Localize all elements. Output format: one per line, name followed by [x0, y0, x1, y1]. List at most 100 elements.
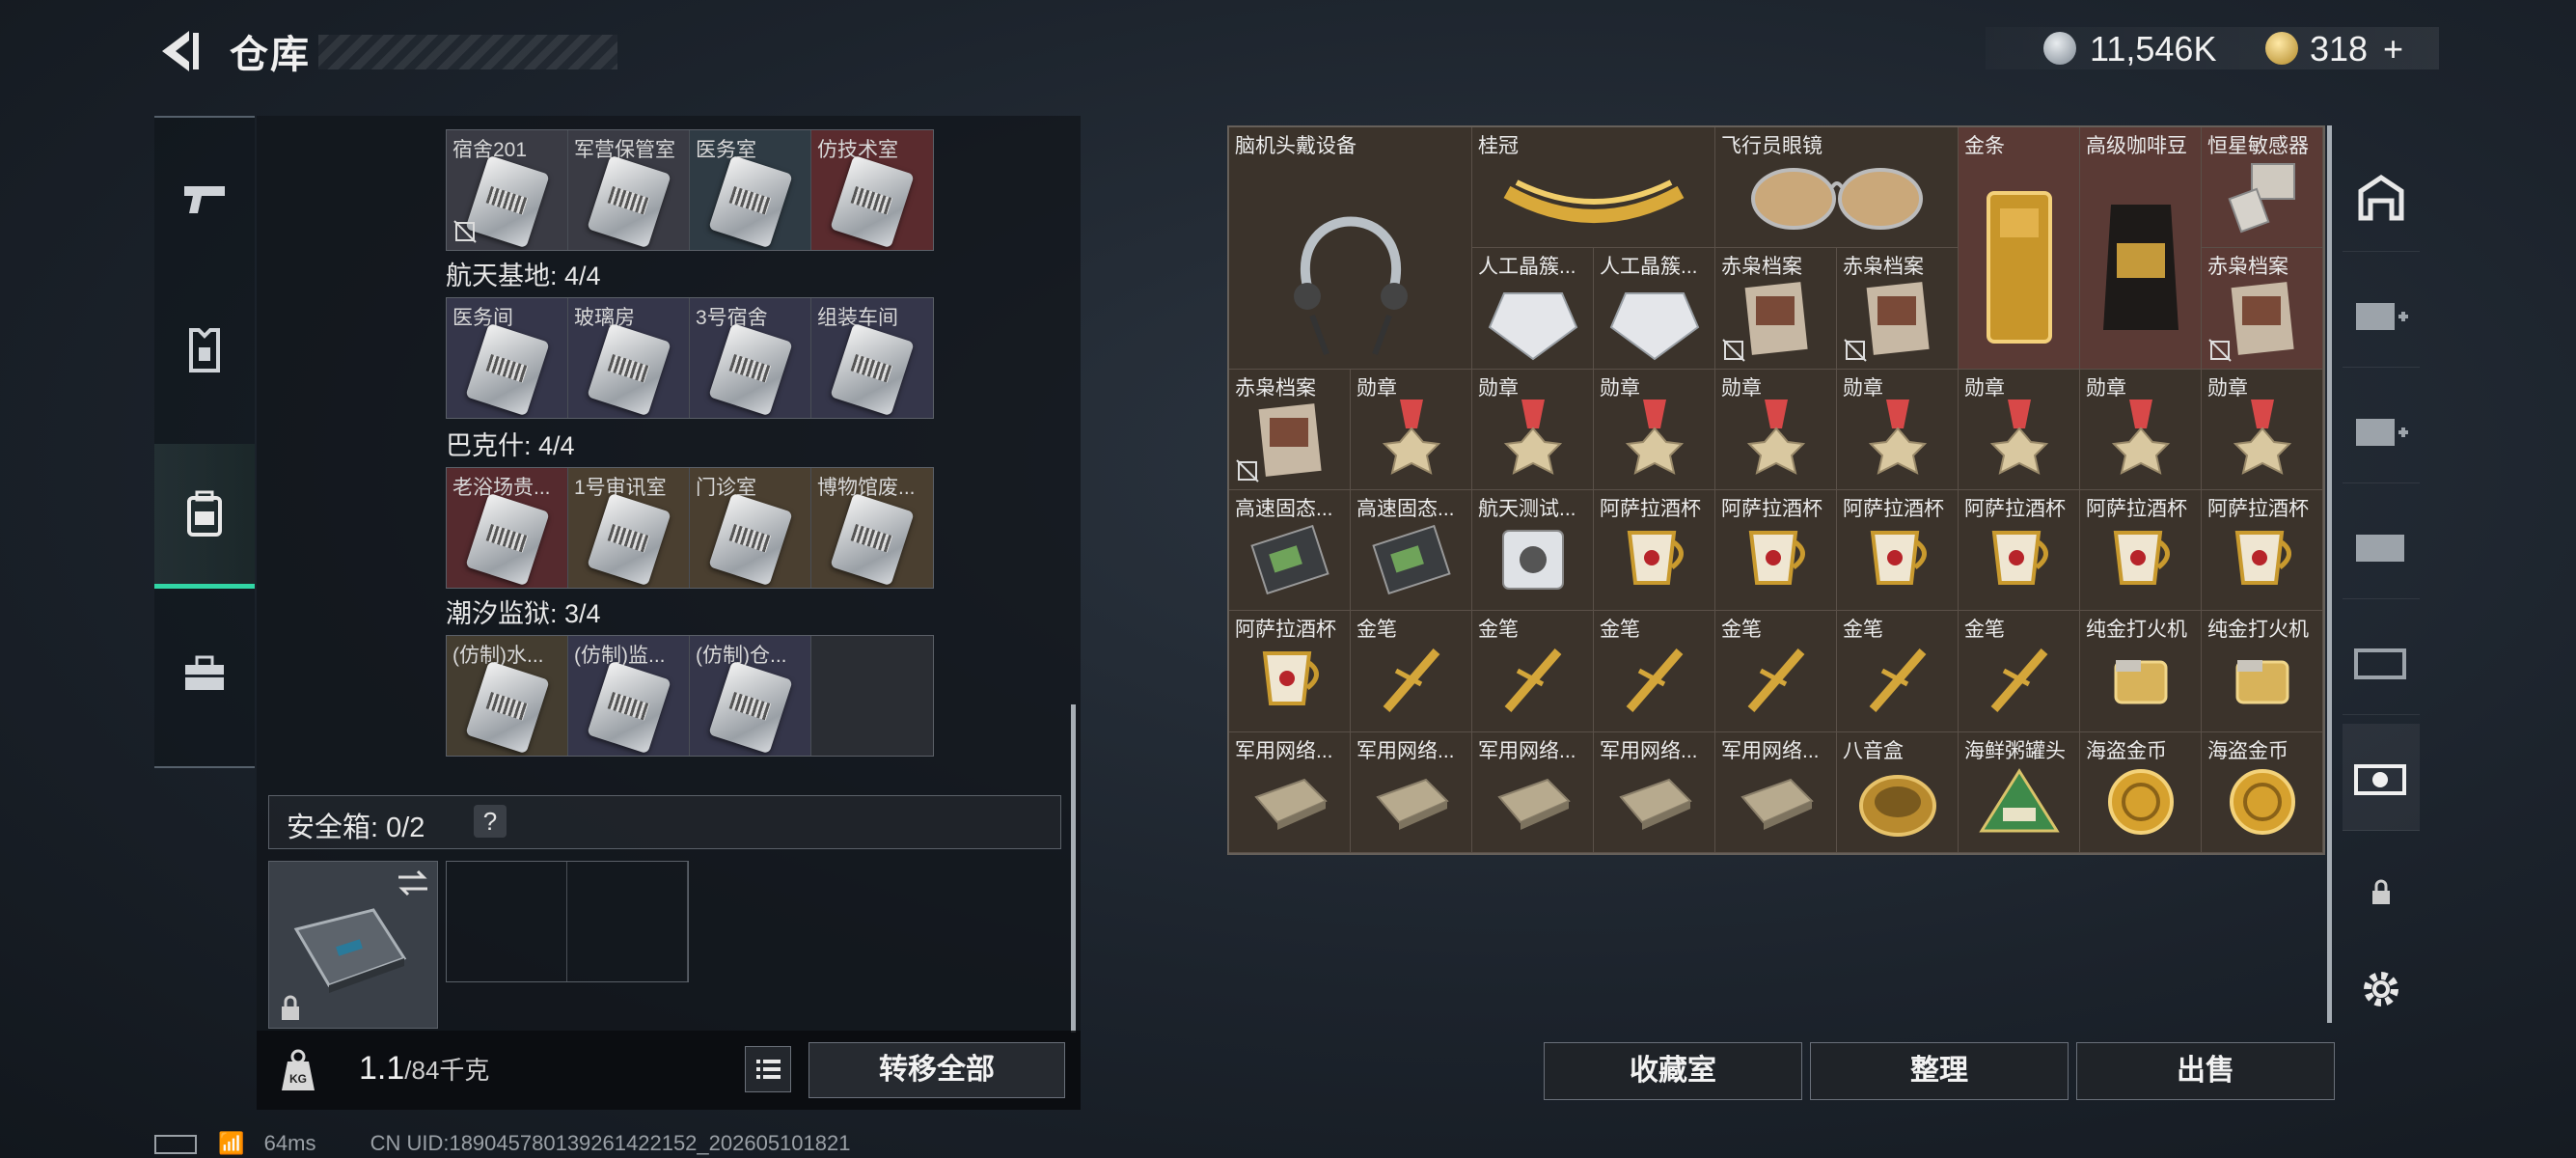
- item-owl-file[interactable]: 赤枭档案: [1229, 369, 1351, 490]
- storage-page-1[interactable]: [2343, 261, 2420, 368]
- item-coffee-beans[interactable]: 高级咖啡豆: [2080, 127, 2202, 370]
- item-label: 赤枭档案: [2207, 256, 2288, 279]
- empty-slot[interactable]: [447, 862, 567, 981]
- item-medal[interactable]: 勋章: [2202, 369, 2323, 490]
- item-asara-cup[interactable]: 阿萨拉酒杯: [1229, 611, 1351, 732]
- item-asara-cup[interactable]: 阿萨拉酒杯: [1715, 490, 1837, 612]
- item-gold-pen[interactable]: 金笔: [1959, 611, 2080, 732]
- right-scrollbar[interactable]: [2327, 125, 2332, 1023]
- item-music-box[interactable]: 八音盒: [1837, 731, 1959, 853]
- item-seafood-porridge[interactable]: 海鲜粥罐头: [1959, 731, 2080, 853]
- key-item[interactable]: 门诊室: [690, 468, 811, 588]
- item-medal[interactable]: 勋章: [1594, 369, 1715, 490]
- item-pirate-coin[interactable]: 海盗金币: [2202, 731, 2323, 853]
- item-star-sensor[interactable]: 恒星敏感器: [2202, 127, 2323, 249]
- item-asara-cup[interactable]: 阿萨拉酒杯: [1594, 490, 1715, 612]
- item-medal[interactable]: 勋章: [1351, 369, 1472, 490]
- item-gold-pen[interactable]: 金笔: [1837, 611, 1959, 732]
- collection-room-button[interactable]: 收藏室: [1544, 1042, 1802, 1100]
- gear-icon: [2364, 972, 2398, 1006]
- item-ssd[interactable]: 高速固态...: [1351, 490, 1472, 612]
- key-item[interactable]: 老浴场贵...: [447, 468, 568, 588]
- item-brain-headset[interactable]: 脑机头戴设备: [1229, 127, 1472, 370]
- item-gold-lighter[interactable]: 纯金打火机: [2080, 611, 2202, 732]
- key-item[interactable]: (仿制)水...: [447, 636, 568, 756]
- empty-slot[interactable]: [811, 636, 933, 756]
- storage-page-5[interactable]: [2343, 724, 2420, 831]
- item-medal[interactable]: 勋章: [1837, 369, 1959, 490]
- item-asara-cup[interactable]: 阿萨拉酒杯: [2202, 490, 2323, 612]
- settings-button[interactable]: [2343, 936, 2420, 1042]
- item-crystal[interactable]: 人工晶簇...: [1594, 248, 1715, 370]
- item-owl-file[interactable]: 赤枭档案: [1837, 248, 1959, 370]
- item-military-network[interactable]: 军用网络...: [1472, 731, 1594, 853]
- item-label: 勋章: [1964, 376, 2005, 400]
- storage-page-locked[interactable]: [2343, 840, 2420, 946]
- key-item[interactable]: 玻璃房: [568, 298, 690, 418]
- empty-slot[interactable]: [567, 862, 688, 981]
- item-military-network[interactable]: 军用网络...: [1594, 731, 1715, 853]
- nav-weapons[interactable]: [154, 127, 255, 272]
- item-label: 勋章: [2086, 376, 2126, 400]
- nav-backpack[interactable]: [154, 444, 255, 589]
- item-gold-lighter[interactable]: 纯金打火机: [2202, 611, 2323, 732]
- item-asara-cup[interactable]: 阿萨拉酒杯: [2080, 490, 2202, 612]
- storage-page-icon: [2354, 648, 2406, 679]
- item-gold-pen[interactable]: 金笔: [1715, 611, 1837, 732]
- item-crystal[interactable]: 人工晶簇...: [1472, 248, 1594, 370]
- item-owl-file[interactable]: 赤枭档案: [2202, 248, 2323, 370]
- storage-page-icon: [2354, 764, 2406, 795]
- item-medal[interactable]: 勋章: [1959, 369, 2080, 490]
- item-medal[interactable]: 勋章: [2080, 369, 2202, 490]
- transfer-all-button[interactable]: 转移全部: [808, 1042, 1065, 1098]
- item-gold-pen[interactable]: 金笔: [1594, 611, 1715, 732]
- storage-page-main[interactable]: [2343, 145, 2420, 252]
- key-item[interactable]: 军营保管室: [568, 130, 690, 250]
- item-medal[interactable]: 勋章: [1472, 369, 1594, 490]
- item-ssd[interactable]: 高速固态...: [1229, 490, 1351, 612]
- item-asara-cup[interactable]: 阿萨拉酒杯: [1959, 490, 2080, 612]
- swap-icon[interactable]: [397, 869, 429, 896]
- organize-button[interactable]: 整理: [1810, 1042, 2069, 1100]
- lighter-icon: [2235, 660, 2288, 704]
- key-item[interactable]: 医务间: [447, 298, 568, 418]
- nav-armor[interactable]: [154, 278, 255, 423]
- key-item[interactable]: 1号审讯室: [568, 468, 690, 588]
- toolbox-icon: [185, 655, 224, 690]
- left-scrollbar[interactable]: [1071, 704, 1076, 1033]
- item-gold-bar[interactable]: 金条: [1959, 127, 2080, 370]
- nav-toolbox[interactable]: [154, 602, 255, 747]
- key-item[interactable]: (仿制)监...: [568, 636, 690, 756]
- item-military-network[interactable]: 军用网络...: [1229, 731, 1351, 853]
- back-arrow-icon[interactable]: [154, 27, 203, 75]
- list-view-button[interactable]: [745, 1046, 791, 1092]
- key-item[interactable]: 医务室: [690, 130, 811, 250]
- item-aviator-glasses[interactable]: 飞行员眼镜: [1715, 127, 1959, 249]
- item-owl-file[interactable]: 赤枭档案: [1715, 248, 1837, 370]
- sell-button[interactable]: 出售: [2076, 1042, 2335, 1100]
- safe-box-container[interactable]: [268, 861, 438, 1029]
- item-military-network[interactable]: 军用网络...: [1351, 731, 1472, 853]
- key-item[interactable]: 组装车间: [811, 298, 933, 418]
- safe-box-slots[interactable]: [446, 861, 689, 982]
- storage-page-3[interactable]: [2343, 492, 2420, 599]
- storage-page-2[interactable]: [2343, 376, 2420, 483]
- item-medal[interactable]: 勋章: [1715, 369, 1837, 490]
- item-space-test[interactable]: 航天测试...: [1472, 490, 1594, 612]
- item-laurel[interactable]: 桂冠: [1472, 127, 1715, 249]
- item-military-network[interactable]: 军用网络...: [1715, 731, 1837, 853]
- key-item[interactable]: 宿舍201: [447, 130, 568, 250]
- item-label: 金笔: [1478, 619, 1519, 642]
- item-label: 军用网络...: [1478, 739, 1576, 762]
- add-currency-button[interactable]: +: [2383, 29, 2403, 69]
- storage-page-4[interactable]: [2343, 608, 2420, 715]
- item-asara-cup[interactable]: 阿萨拉酒杯: [1837, 490, 1959, 612]
- help-button[interactable]: ?: [474, 805, 507, 838]
- item-pirate-coin[interactable]: 海盗金币: [2080, 731, 2202, 853]
- item-gold-pen[interactable]: 金笔: [1351, 611, 1472, 732]
- key-item[interactable]: 博物馆废...: [811, 468, 933, 588]
- key-item[interactable]: 仿技术室: [811, 130, 933, 250]
- key-item[interactable]: 3号宿舍: [690, 298, 811, 418]
- item-gold-pen[interactable]: 金笔: [1472, 611, 1594, 732]
- key-item[interactable]: (仿制)仓...: [690, 636, 811, 756]
